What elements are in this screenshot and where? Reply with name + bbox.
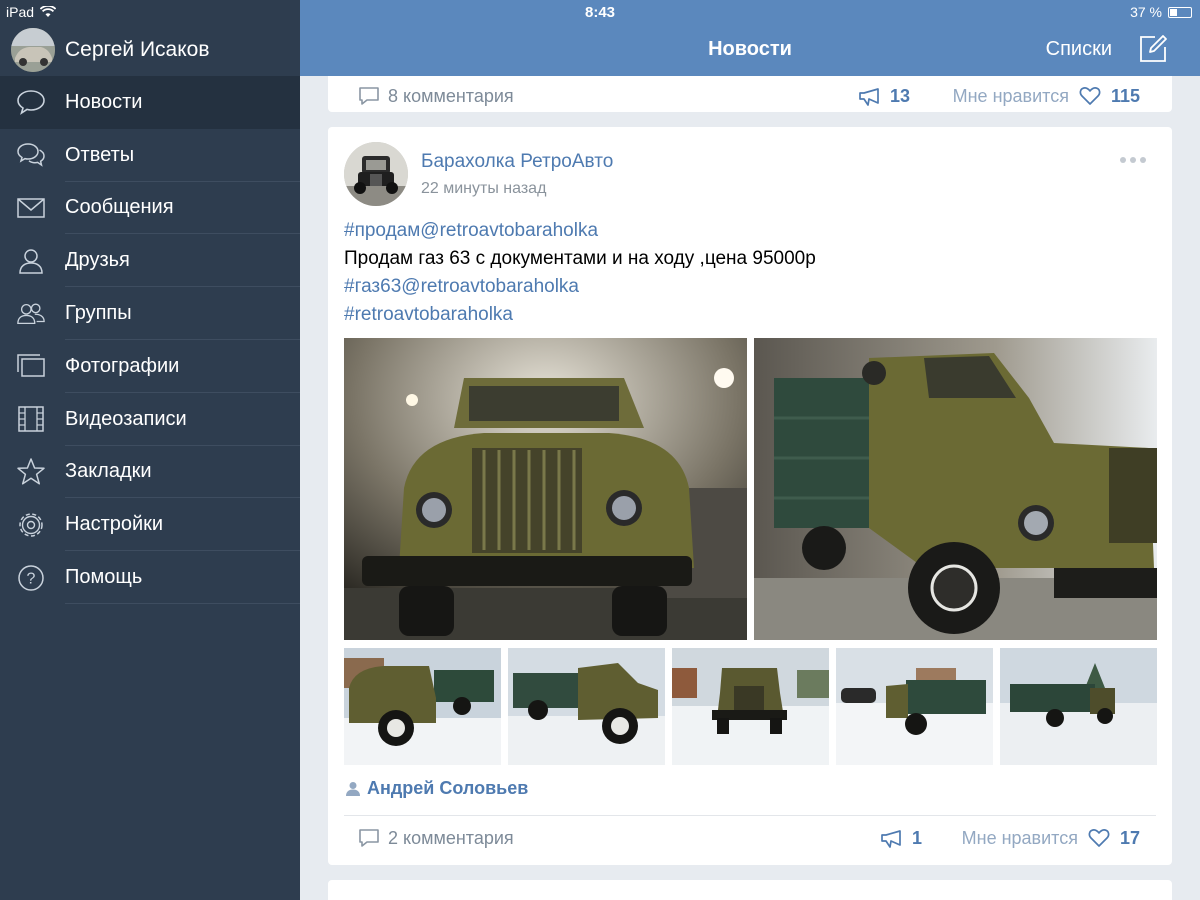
post-text: #продам@retroavtobaraholka Продам газ 63… [344,217,816,329]
group-name-link[interactable]: Барахолка РетроАвто [421,151,613,173]
question-icon: ? [16,563,46,593]
share-count: 13 [889,85,910,106]
sidebar-item-help[interactable]: ? Помощь [0,551,300,604]
hashtag-link[interactable]: #газ63@retroavtobaraholka [344,273,816,301]
post-photo-thumbnail[interactable] [344,648,501,765]
post-timestamp: 22 минуты назад [421,180,547,197]
sidebar-item-label: Сообщения [65,196,174,219]
like-label: Мне нравится [961,827,1078,848]
people-icon [16,299,46,329]
hashtag-link[interactable]: #продам@retroavtobaraholka [344,217,816,245]
sidebar-item-label: Настройки [65,513,164,536]
comments-button[interactable]: 8 комментария [358,85,514,107]
comment-icon [359,829,379,847]
sidebar-item-news[interactable]: Новости [0,76,300,129]
heart-icon [1088,829,1110,847]
like-count: 17 [1119,827,1140,848]
person-icon [16,246,46,276]
post-footer: 2 комментария 1 Мне нравится 17 [328,818,1172,858]
sidebar-item-label: Фотографии [65,354,180,377]
like-button[interactable]: Мне нравится 115 [953,86,1140,107]
more-options-button[interactable] [1120,157,1146,165]
photos-icon [16,351,46,381]
sidebar-item-label: Видеозаписи [65,407,187,430]
megaphone-icon [859,88,879,106]
comment-icon [359,87,379,105]
star-icon [16,457,46,487]
hashtag-link[interactable]: #retroavtobaraholka [344,301,816,329]
post-photo[interactable] [344,338,747,640]
svg-text:?: ? [27,570,36,587]
sidebar-item-friends[interactable]: Друзья [0,234,300,288]
sidebar-item-videos[interactable]: Видеозаписи [0,393,300,446]
sidebar-item-bookmarks[interactable]: Закладки [0,446,300,499]
comments-button[interactable]: 2 комментария [358,827,514,849]
post-photo-thumbnail[interactable] [836,648,993,765]
battery-icon [1168,6,1192,18]
post-photo-thumbnail[interactable] [508,648,665,765]
avatar [11,28,55,72]
user-icon [346,781,360,796]
share-button[interactable]: 13 [858,85,910,107]
like-label: Мне нравится [952,85,1069,106]
megaphone-icon [881,830,901,848]
post-author-link[interactable]: Андрей Соловьев [346,778,528,799]
compose-icon [1140,35,1167,62]
sidebar-item-label: Новости [65,90,143,113]
sidebar-item-groups[interactable]: Группы [0,287,300,340]
device-label: iPad [6,4,35,20]
post-card: Барахолка РетроАвто 22 минуты назад #про… [328,127,1172,865]
bubbles-icon [16,140,46,170]
previous-post-card: 8 комментария 13 Мне нравится 115 [328,76,1172,112]
share-button[interactable]: 1 [880,827,922,849]
post-body-text: Продам газ 63 с документами и на ходу ,ц… [344,248,816,269]
sidebar-item-answers[interactable]: Ответы [0,129,300,182]
profile-header[interactable]: Сергей Исаков [0,24,300,76]
compose-button[interactable] [1138,34,1168,64]
card-divider [344,815,1156,816]
sidebar-item-label: Друзья [65,249,130,272]
sidebar-item-settings[interactable]: Настройки [0,498,300,552]
status-time: 8:43 [584,4,616,21]
profile-name: Сергей Исаков [65,38,210,61]
group-avatar[interactable] [344,142,408,206]
sidebar-item-messages[interactable]: Сообщения [0,182,300,235]
film-icon [16,404,46,434]
post-author-name: Андрей Соловьев [367,778,529,798]
next-post-card [328,880,1172,900]
status-bar-left: iPad [6,4,57,20]
like-count: 115 [1110,85,1140,106]
status-bar-right: 37 % [1130,4,1192,20]
sidebar-item-label: Закладки [65,460,152,483]
gear-icon [16,510,46,540]
sidebar-menu: Новости Ответы Сообщения Друзья Группы Ф… [0,76,300,604]
sidebar-item-label: Группы [65,302,132,325]
post-photo[interactable] [754,338,1157,640]
share-count: 1 [911,827,922,848]
bubble-icon [16,87,46,117]
sidebar-item-label: Помощь [65,566,143,589]
top-navigation-bar: 8:43 37 % Новости Списки [300,0,1200,76]
lists-button[interactable]: Списки [1046,38,1112,61]
comments-count: 8 комментария [388,85,514,106]
sidebar-item-label: Ответы [65,143,135,166]
more-dots-icon [1120,157,1126,163]
like-button[interactable]: Мне нравится 17 [962,828,1140,849]
news-feed[interactable]: 8 комментария 13 Мне нравится 115 Барахо… [300,76,1200,900]
wifi-icon [40,6,57,17]
heart-icon [1079,87,1101,105]
post-photo-thumbnail[interactable] [1000,648,1157,765]
comments-count: 2 комментария [388,827,514,848]
battery-percent: 37 % [1130,4,1162,20]
sidebar-item-photos[interactable]: Фотографии [0,340,300,393]
post-footer: 8 комментария 13 Мне нравится 115 [328,76,1172,116]
envelope-icon [16,193,46,223]
sidebar: iPad Сергей Исаков Новости Ответы Сообще… [0,0,300,900]
post-photo-thumbnail[interactable] [672,648,829,765]
